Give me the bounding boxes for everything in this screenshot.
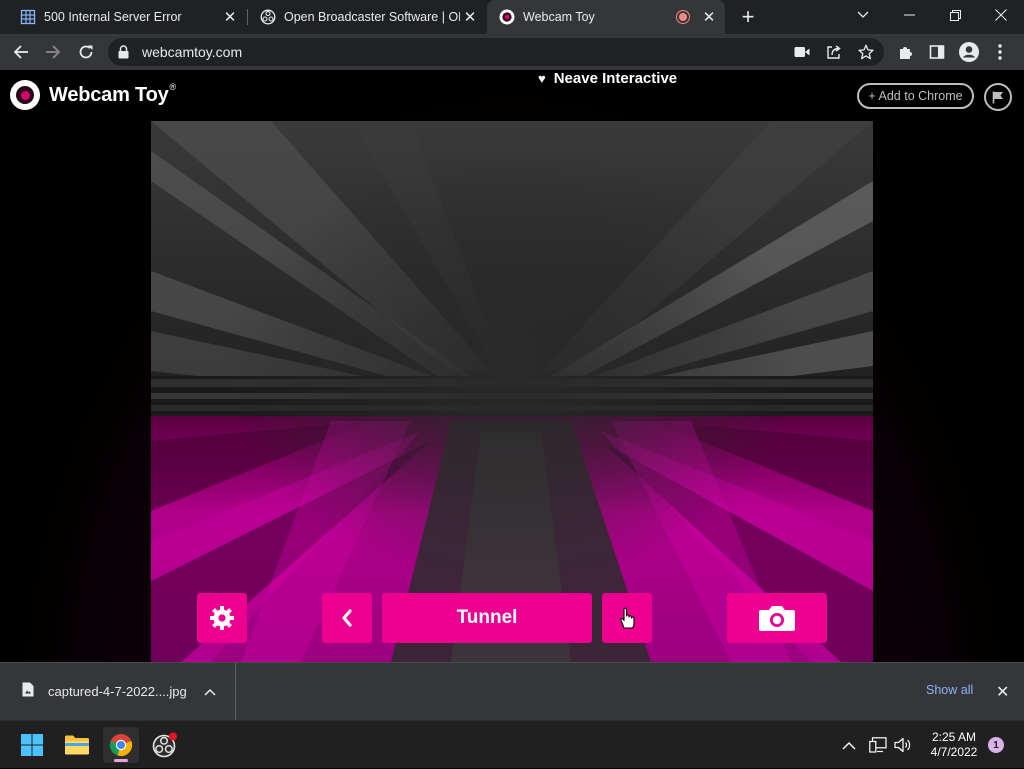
previous-effect-button[interactable]: [322, 593, 372, 643]
bookmark-star-icon[interactable]: [857, 43, 875, 61]
tunnel-effect-image: [151, 121, 873, 662]
system-clock[interactable]: 2:25 AM 4/7/2022: [924, 730, 984, 760]
close-icon[interactable]: ✕: [699, 7, 719, 27]
share-icon[interactable]: [825, 43, 843, 61]
logo-text: Webcam Toy: [49, 83, 169, 106]
network-icon[interactable]: [869, 721, 887, 769]
credit-text: Neave Interactive: [553, 70, 678, 87]
tab-title: Webcam Toy: [523, 10, 595, 24]
take-photo-button[interactable]: [727, 593, 827, 643]
chevron-left-icon: [341, 609, 353, 627]
camera-icon: [758, 604, 796, 632]
volume-icon[interactable]: [894, 721, 912, 769]
next-effect-button[interactable]: [602, 593, 652, 643]
effect-name-button[interactable]: Tunnel: [382, 593, 592, 643]
flag-icon[interactable]: [984, 83, 1012, 111]
camera-preview[interactable]: Tunnel: [151, 121, 873, 662]
tab-title: Open Broadcaster Software | OBS: [284, 10, 460, 24]
file-explorer-icon[interactable]: [59, 727, 95, 763]
close-icon[interactable]: ✕: [220, 7, 240, 27]
show-all-downloads-link[interactable]: Show all: [926, 683, 973, 697]
close-icon[interactable]: ✕: [460, 7, 480, 27]
url-text: webcamtoy.com: [142, 44, 243, 60]
settings-button[interactable]: [197, 593, 247, 643]
reload-button[interactable]: [72, 38, 100, 66]
neave-interactive-link[interactable]: ♥ Neave Interactive: [538, 70, 677, 87]
webcam-toy-page: Webcam Toy® ♥ Neave Interactive + Add to …: [0, 70, 1024, 662]
browser-toolbar: webcamtoy.com: [0, 34, 1024, 70]
registered-mark: ®: [169, 81, 177, 92]
image-file-icon: [22, 682, 34, 702]
address-bar[interactable]: webcamtoy.com: [108, 38, 884, 66]
gear-icon: [208, 604, 236, 632]
obs-taskbar-icon[interactable]: [147, 727, 183, 763]
show-hidden-icons-chevron-icon[interactable]: [842, 721, 856, 769]
webcam-lens-icon: [10, 80, 40, 110]
spreadsheet-icon: [20, 9, 36, 25]
lock-icon[interactable]: [118, 45, 129, 64]
tab-strip: 500 Internal Server Error ✕ Open Broadca…: [0, 0, 1024, 34]
notification-badge[interactable]: 1: [988, 737, 1004, 753]
side-panel-icon[interactable]: [923, 38, 951, 66]
webcam-toy-icon: [499, 9, 515, 25]
new-tab-button[interactable]: +: [736, 4, 760, 29]
windows-start-icon[interactable]: [14, 727, 50, 763]
tab-obs[interactable]: Open Broadcaster Software | OBS ✕: [248, 0, 486, 34]
camera-in-use-icon[interactable]: [793, 43, 811, 61]
download-item[interactable]: captured-4-7-2022....jpg: [0, 663, 236, 720]
tab-server-error[interactable]: 500 Internal Server Error ✕: [8, 0, 246, 34]
tab-webcam-toy[interactable]: Webcam Toy ✕: [487, 0, 725, 34]
browser-menu-icon[interactable]: [986, 38, 1014, 66]
add-to-chrome-button[interactable]: + Add to Chrome: [857, 83, 974, 109]
webcam-toy-logo[interactable]: Webcam Toy®: [10, 80, 176, 110]
clock-date: 4/7/2022: [930, 745, 978, 759]
close-window-button[interactable]: [978, 0, 1024, 30]
download-bar: captured-4-7-2022....jpg Show all ✕: [0, 662, 1024, 720]
close-icon[interactable]: ✕: [996, 682, 1009, 702]
download-file-name: captured-4-7-2022....jpg: [48, 684, 187, 699]
clock-time: 2:25 AM: [931, 730, 977, 744]
taskbar: 2:25 AM 4/7/2022 1: [0, 720, 1024, 768]
active-app-indicator: [114, 759, 128, 762]
back-button[interactable]: [7, 38, 35, 66]
recording-indicator-icon: [677, 11, 689, 23]
chevron-up-icon[interactable]: [204, 683, 216, 701]
tab-search-chevron-icon[interactable]: [840, 0, 886, 30]
minimize-button[interactable]: [886, 0, 932, 30]
chrome-taskbar-icon[interactable]: [103, 727, 139, 763]
hand-cursor-icon: [618, 606, 636, 630]
tab-title: 500 Internal Server Error: [44, 10, 182, 24]
profile-avatar[interactable]: [955, 38, 983, 66]
restore-button[interactable]: [932, 0, 978, 30]
heart-icon: ♥: [538, 71, 546, 86]
extensions-puzzle-icon[interactable]: [892, 38, 920, 66]
obs-icon: [260, 9, 276, 25]
forward-button[interactable]: [39, 38, 67, 66]
